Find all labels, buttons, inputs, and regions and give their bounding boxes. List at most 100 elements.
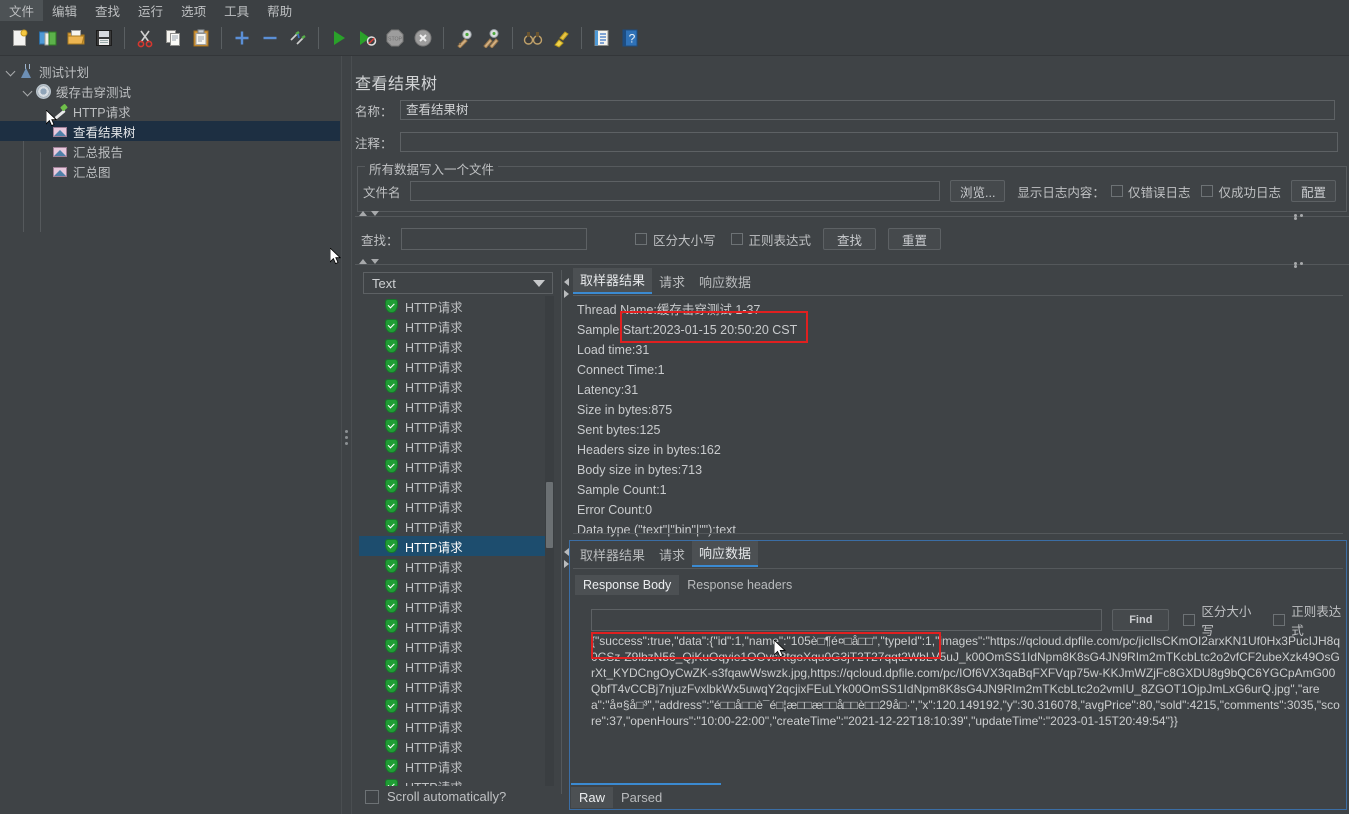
- renderer-combo[interactable]: Text: [363, 272, 553, 294]
- collapse-down-icon[interactable]: [371, 259, 379, 264]
- subtab-response-body[interactable]: Response Body: [575, 575, 680, 595]
- list-item[interactable]: HTTP请求: [359, 476, 555, 496]
- response-subtabs[interactable]: Response Body Response headers: [575, 573, 800, 595]
- response-body-text[interactable]: {"success":true,"data":{"id":1,"name":"1…: [591, 633, 1343, 783]
- toggle-icon[interactable]: [284, 25, 311, 52]
- chevron-left-icon[interactable]: [564, 548, 569, 556]
- search-case-sensitive-label[interactable]: 区分大小写: [653, 230, 716, 249]
- tab-response-data[interactable]: 响应数据: [692, 270, 758, 294]
- scroll-automatically-row[interactable]: Scroll automatically?: [365, 789, 506, 804]
- new-from-template-icon[interactable]: [34, 25, 61, 52]
- list-item[interactable]: HTTP请求: [359, 776, 555, 786]
- success-only-checkbox[interactable]: [1201, 185, 1214, 197]
- function-helper-icon[interactable]: [588, 25, 615, 52]
- subtab-response-headers[interactable]: Response headers: [679, 575, 800, 595]
- list-item[interactable]: HTTP请求: [359, 456, 555, 476]
- response-find-button[interactable]: Find: [1112, 609, 1170, 631]
- tab-sampler-result[interactable]: 取样器结果: [573, 268, 653, 294]
- lower-tab-scroll-arrows[interactable]: [563, 546, 572, 570]
- clear-icon[interactable]: [450, 25, 477, 52]
- tab-request[interactable]: 请求: [652, 270, 692, 294]
- add-icon[interactable]: [228, 25, 255, 52]
- chevron-down-icon[interactable]: [533, 279, 545, 287]
- menu-help[interactable]: 帮助: [258, 0, 301, 22]
- save-icon[interactable]: [90, 25, 117, 52]
- list-item[interactable]: HTTP请求: [359, 376, 555, 396]
- list-item[interactable]: HTTP请求: [359, 756, 555, 776]
- splitter-bar-top[interactable]: [355, 210, 1349, 222]
- search-case-sensitive-checkbox[interactable]: [635, 233, 647, 245]
- copy-icon[interactable]: [159, 25, 186, 52]
- tree-node-summary-report[interactable]: 汇总报告: [0, 141, 340, 161]
- list-item[interactable]: HTTP请求: [359, 336, 555, 356]
- errors-only-checkbox[interactable]: [1110, 185, 1123, 197]
- raw-parsed-tabstrip[interactable]: Raw Parsed: [571, 786, 670, 808]
- collapse-down-icon[interactable]: [371, 211, 379, 216]
- tree-node-view-results-tree[interactable]: 查看结果树: [0, 121, 340, 141]
- tab-scroll-arrows[interactable]: [563, 276, 572, 300]
- list-item[interactable]: HTTP请求: [359, 556, 555, 576]
- scrollbar-thumb[interactable]: [546, 482, 553, 548]
- errors-only-label[interactable]: 仅错误日志: [1128, 182, 1191, 201]
- list-item[interactable]: HTTP请求: [359, 436, 555, 456]
- chevron-down-icon[interactable]: [21, 84, 35, 98]
- menu-file[interactable]: 文件: [0, 0, 44, 22]
- results-list[interactable]: HTTP请求 HTTP请求 HTTP请求 HTTP请求 HTTP请求 HTTP请…: [359, 296, 555, 786]
- list-item[interactable]: HTTP请求: [359, 416, 555, 436]
- menu-search[interactable]: 查找: [86, 0, 129, 22]
- name-input[interactable]: [400, 100, 1335, 120]
- find-button[interactable]: 查找: [823, 228, 877, 250]
- list-item[interactable]: HTTP请求: [359, 716, 555, 736]
- list-item[interactable]: HTTP请求: [359, 596, 555, 616]
- splitter-grip[interactable]: [345, 430, 348, 445]
- menu-options[interactable]: 选项: [172, 0, 215, 22]
- search-regex-checkbox[interactable]: [730, 233, 743, 245]
- paste-icon[interactable]: [187, 25, 214, 52]
- splitter-bar-mid[interactable]: [355, 258, 1349, 270]
- comment-input[interactable]: [400, 132, 1338, 152]
- upper-tabstrip[interactable]: 取样器结果 请求 响应数据: [573, 268, 758, 294]
- help-icon[interactable]: ?: [616, 25, 643, 52]
- list-item[interactable]: HTTP请求: [359, 676, 555, 696]
- cut-icon[interactable]: [131, 25, 158, 52]
- response-case-sensitive-checkbox[interactable]: [1183, 614, 1196, 626]
- search-reset-icon[interactable]: [547, 25, 574, 52]
- search-input[interactable]: [401, 228, 587, 250]
- list-item[interactable]: HTTP请求: [359, 736, 555, 756]
- tab-request-lower[interactable]: 请求: [652, 543, 692, 567]
- start-no-pauses-icon[interactable]: [353, 25, 380, 52]
- tab-parsed[interactable]: Parsed: [613, 787, 670, 808]
- remove-icon[interactable]: [256, 25, 283, 52]
- filename-input[interactable]: [410, 181, 940, 201]
- reset-button[interactable]: 重置: [888, 228, 942, 250]
- list-item[interactable]: HTTP请求: [359, 296, 555, 316]
- test-plan-tree[interactable]: 测试计划 缓存击穿测试 HTTP请求 查看结果树 汇总报告 汇总图: [0, 56, 340, 814]
- tree-node-http-request[interactable]: HTTP请求: [0, 101, 340, 121]
- menu-tools[interactable]: 工具: [215, 0, 258, 22]
- menu-edit[interactable]: 编辑: [43, 0, 86, 22]
- tree-node-aggregate-graph[interactable]: 汇总图: [0, 161, 340, 181]
- new-document-icon[interactable]: [6, 25, 33, 52]
- tab-sampler-result-lower[interactable]: 取样器结果: [573, 543, 652, 567]
- list-item[interactable]: HTTP请求: [359, 636, 555, 656]
- list-item[interactable]: HTTP请求: [359, 616, 555, 636]
- lower-tabstrip[interactable]: 取样器结果 请求 响应数据: [573, 541, 759, 567]
- search-regex-label[interactable]: 正则表达式: [749, 230, 812, 249]
- stop-icon[interactable]: STOP: [381, 25, 408, 52]
- search-icon[interactable]: [519, 25, 546, 52]
- open-folder-icon[interactable]: [62, 25, 89, 52]
- collapse-up-icon[interactable]: [359, 259, 367, 264]
- list-item[interactable]: HTTP请求: [359, 576, 555, 596]
- browse-button[interactable]: 浏览...: [950, 180, 1006, 202]
- splitter-grip[interactable]: [1294, 214, 1311, 220]
- list-item[interactable]: HTTP请求: [359, 656, 555, 676]
- tab-response-data-lower[interactable]: 响应数据: [692, 541, 759, 567]
- list-item[interactable]: HTTP请求: [359, 356, 555, 376]
- chevron-right-icon[interactable]: [564, 560, 569, 568]
- splitter-grip[interactable]: [1294, 262, 1311, 268]
- collapse-up-icon[interactable]: [359, 211, 367, 216]
- clear-all-icon[interactable]: [478, 25, 505, 52]
- scroll-automatically-checkbox[interactable]: [365, 789, 379, 804]
- chevron-left-icon[interactable]: [564, 278, 569, 286]
- configure-button[interactable]: 配置: [1290, 180, 1336, 202]
